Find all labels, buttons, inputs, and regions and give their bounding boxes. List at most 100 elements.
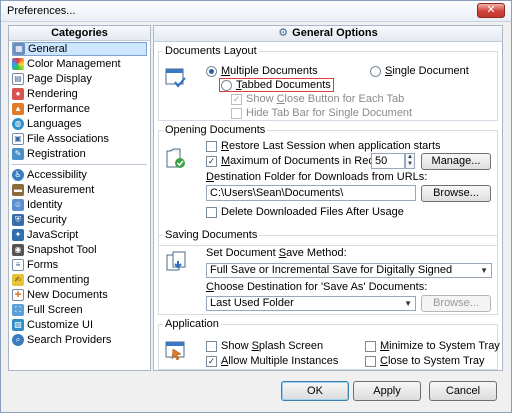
category-label: Customize UI [27,319,94,331]
chevron-down-icon[interactable]: ▼ [406,161,414,168]
general-options-panel: ⚙ General Options Documents Layout Multip… [153,25,503,371]
close-icon: ✕ [486,4,496,16]
restore-last-session-checkbox[interactable]: Restore Last Session when application st… [206,140,441,152]
opening-documents-group: Opening Documents Restore Last Session w… [158,124,498,246]
radio-indicator [370,65,381,77]
checkbox-box [365,340,376,352]
allow-multiple-instances-checkbox[interactable]: ✓ Allow Multiple Instances [206,355,338,367]
preferences-window: Preferences... ✕ Categories ▦ General Co… [0,0,512,413]
checkmark-icon: ✓ [231,93,242,105]
multiple-documents-radio[interactable]: Multiple Documents [206,65,318,77]
checkmark-icon: ✓ [206,155,217,167]
category-item-new-documents[interactable]: ✚ New Documents [12,288,147,302]
show-close-button-checkbox[interactable]: ✓ Show Close Button for Each Tab [231,93,404,105]
commenting-icon: ✍ [12,274,24,286]
category-item-identity[interactable]: ☺ Identity [12,198,147,212]
checkbox-box [365,355,376,367]
category-item-color-management[interactable]: Color Management [12,57,147,71]
category-item-snapshot-tool[interactable]: ◉ Snapshot Tool [12,243,147,257]
maximum-recents-checkbox[interactable]: ✓ Maximum of Documents in Recents: [206,155,398,167]
hide-tab-bar-checkbox[interactable]: Hide Tab Bar for Single Document [231,107,412,119]
category-label: Identity [27,199,63,211]
general-icon: ▦ [13,43,25,55]
close-button[interactable]: ✕ [477,3,505,18]
delete-downloaded-label: Delete Downloaded Files After Usage [221,206,404,218]
show-splash-screen-checkbox[interactable]: Show Splash Screen [206,340,323,352]
delete-downloaded-checkbox[interactable]: Delete Downloaded Files After Usage [206,206,404,218]
cancel-button[interactable]: Cancel [429,381,497,401]
restore-last-session-label: Restore Last Session when application st… [221,140,441,152]
category-item-languages[interactable]: ◍ Languages [12,117,147,131]
chevron-up-icon[interactable]: ▲ [406,154,414,161]
category-item-rendering[interactable]: ● Rendering [12,87,147,101]
category-item-forms[interactable]: ≡ Forms [12,258,147,272]
category-label: Languages [27,118,82,130]
general-options-title: General Options [292,27,378,39]
category-item-security[interactable]: ⛨ Security [12,213,147,227]
new-documents-icon: ✚ [12,289,24,301]
category-label: Forms [27,259,59,271]
search-providers-icon: ⌕ [12,334,24,346]
category-label: Color Management [27,58,121,70]
chevron-down-icon: ▼ [480,266,488,275]
category-item-javascript[interactable]: ✦ JavaScript [12,228,147,242]
category-label: Security [27,214,67,226]
save-as-destination-label: Choose Destination for 'Save As' Documen… [206,281,428,293]
category-item-search-providers[interactable]: ⌕ Search Providers [12,333,147,347]
manage-button[interactable]: Manage... [421,153,491,170]
snapshot-tool-icon: ◉ [12,244,24,256]
general-options-header: ⚙ General Options [154,26,502,42]
destination-folder-input[interactable]: C:\Users\Sean\Documents\ [206,185,416,201]
category-item-general[interactable]: ▦ General [12,42,147,56]
forms-icon: ≡ [12,259,24,271]
apply-button[interactable]: Apply [353,381,421,401]
performance-icon: ▲ [12,103,24,115]
documents-layout-group: Documents Layout Multiple Documents Sing… [158,45,498,121]
category-divider [12,164,147,165]
ok-button[interactable]: OK [281,381,349,401]
category-item-commenting[interactable]: ✍ Commenting [12,273,147,287]
tabbed-documents-radio[interactable]: Tabbed Documents [219,78,334,92]
category-label: File Associations [27,133,109,145]
checkbox-box [231,107,242,119]
documents-layout-icon [165,68,186,88]
category-item-measurement[interactable]: ▬ Measurement [12,183,147,197]
application-group: Application Show Splash Screen ✓ Allow M… [158,318,500,370]
full-screen-icon: ⛶ [12,304,24,316]
maximum-recents-stepper[interactable]: ▲ ▼ [405,153,415,169]
opening-documents-icon [166,148,185,168]
window-title: Preferences... [7,5,76,17]
category-label: Registration [27,148,86,160]
category-item-accessibility[interactable]: ♿ Accessibility [12,168,147,182]
single-document-radio[interactable]: Single Document [370,65,469,77]
checkbox-box [206,206,217,218]
single-document-label: Single Document [385,65,469,77]
close-to-tray-checkbox[interactable]: Close to System Tray [365,355,485,367]
saving-documents-icon [166,251,186,271]
category-label: Page Display [27,73,92,85]
category-item-customize-ui[interactable]: ▧ Customize UI [12,318,147,332]
browse-save-as-button[interactable]: Browse... [421,295,491,312]
maximum-recents-input[interactable]: 50 [371,153,405,169]
documents-layout-legend: Documents Layout [165,45,257,57]
category-item-page-display[interactable]: ▤ Page Display [12,72,147,86]
category-item-registration[interactable]: ✎ Registration [12,147,147,161]
allow-multiple-instances-label: Allow Multiple Instances [221,355,339,367]
radio-indicator [221,79,232,91]
category-label: Performance [27,103,90,115]
category-item-full-screen[interactable]: ⛶ Full Screen [12,303,147,317]
save-method-select[interactable]: Full Save or Incremental Save for Digita… [206,263,492,278]
tabbed-documents-focus: Tabbed Documents [219,78,334,92]
minimize-to-tray-checkbox[interactable]: Minimize to System Tray [365,340,500,352]
application-legend: Application [165,318,219,330]
saving-documents-legend: Saving Documents [165,229,258,241]
javascript-icon: ✦ [12,229,24,241]
browse-downloads-button[interactable]: Browse... [421,185,491,202]
destination-folder-label: Destination Folder for Downloads from UR… [206,171,428,183]
file-associations-icon: ▣ [12,133,24,145]
category-item-performance[interactable]: ▲ Performance [12,102,147,116]
title-bar: Preferences... ✕ [1,1,511,22]
minimize-to-tray-label: Minimize to System Tray [380,340,500,352]
save-as-destination-select[interactable]: Last Used Folder ▼ [206,296,416,311]
category-item-file-associations[interactable]: ▣ File Associations [12,132,147,146]
